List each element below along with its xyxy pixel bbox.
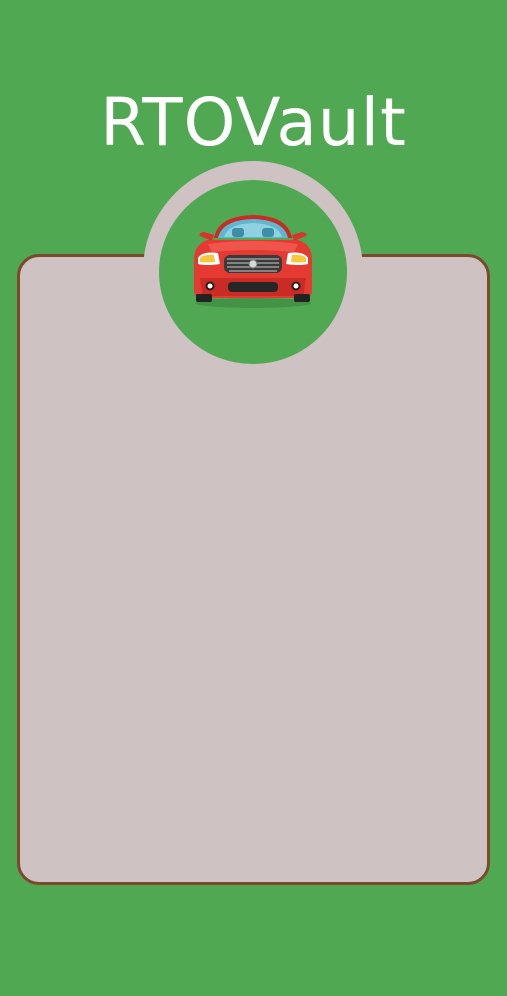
app-title: RTOVault — [100, 84, 407, 161]
red-car-icon — [194, 215, 312, 308]
